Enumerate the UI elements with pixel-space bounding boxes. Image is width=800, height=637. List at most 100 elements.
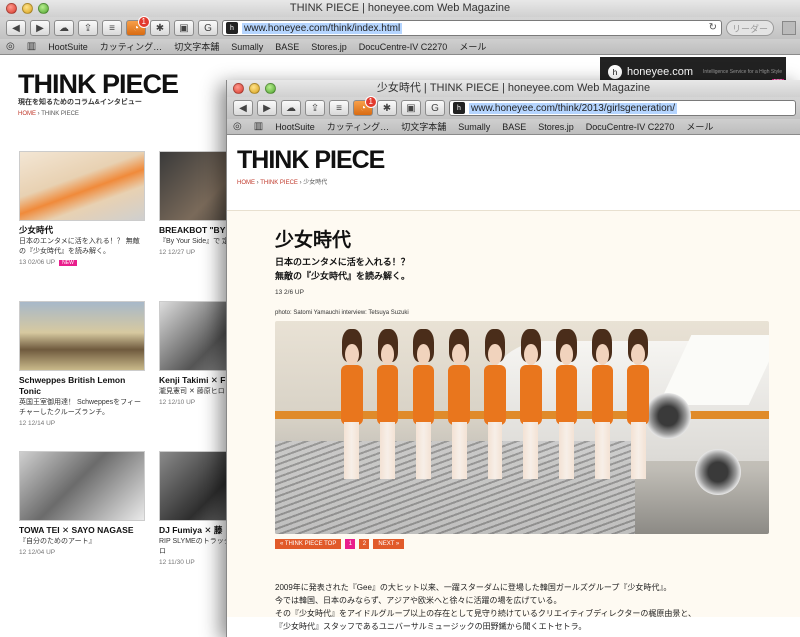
close-button[interactable] [6,3,17,14]
zoom-button[interactable] [265,83,276,94]
article-card[interactable]: 少女時代 日本のエンタメに活を入れる！？ 無敵の『少女時代』を読み解く。 13 … [19,151,145,266]
card-date: 12 12/04 UP [19,549,56,556]
hero-figure [335,329,369,479]
reload-icon[interactable]: ↻ [709,22,717,33]
zoom-button[interactable] [38,3,49,14]
clip-icon: ▣ [406,102,416,114]
hero-figure [585,329,619,479]
card-description: 『自分のためのアート』 [19,538,96,545]
bookmark-item[interactable]: Stores.jp [311,42,347,52]
front-titlebar: 少女時代 | THINK PIECE | honeyee.com Web Mag… [227,80,800,97]
share-button[interactable]: ⇪ [305,100,325,116]
downloads-icon[interactable] [782,21,796,35]
puzzle-icon: ✱ [382,102,392,114]
reading-list-icon[interactable]: ◎ [6,41,15,52]
article-paragraph-line: 2009年に発表された『Gee』の大ヒット以来、一躍スターダムに登場した韓国ガー… [275,583,672,592]
breadcrumb-section[interactable]: THINK PIECE [260,180,298,186]
card-description: 英国王室御用達！ Schweppesをフィーチャーしたクルーズランチ。 [19,399,141,416]
bookmarks-bar: ◎ ▥ HootSuite カッティング… 切文字本舗 Sumally BASE… [227,119,800,135]
extension-button[interactable]: ✱ [150,20,170,36]
bookmarks-icon[interactable]: ▥ [27,41,36,52]
hero-engine [695,449,741,495]
reader-button[interactable]: リーダー [726,20,774,36]
forward-button[interactable]: ▶ [30,20,50,36]
forward-button[interactable]: ▶ [257,100,277,116]
url-text: www.honeyee.com/think/2013/girlsgenerati… [469,102,678,114]
bookmark-item[interactable]: メール [459,40,486,53]
back-button[interactable]: ◀ [6,20,26,36]
share-button[interactable]: ⇪ [78,20,98,36]
window-controls [233,83,276,94]
article-subtitle-line: 日本のエンタメに活を入れる！？ [275,257,410,267]
card-thumbnail[interactable] [19,151,145,221]
bookmark-item[interactable]: 切文字本舗 [401,120,446,133]
breadcrumb-home[interactable]: HOME [18,111,36,117]
honeyee-name: honeyee.com [627,66,694,78]
share-icon: ⇪ [310,102,320,114]
card-thumbnail[interactable] [19,301,145,371]
reading-list-icon[interactable]: ◎ [233,121,242,132]
bookmark-item[interactable]: Sumally [231,42,263,52]
bookmark-item[interactable]: メール [686,120,713,133]
breadcrumb-separator: › [37,111,40,117]
card-title[interactable]: Schweppes British Lemon Tonic [19,375,145,397]
cloud-button[interactable]: ☁ [54,20,74,36]
minimize-button[interactable] [249,83,260,94]
rss-button[interactable]: ◔ 1 [353,96,377,116]
pager: « THINK PIECE TOP 1 2 NEXT » [275,539,405,549]
bookmark-item[interactable]: BASE [502,122,526,132]
google-button[interactable]: G [425,100,445,116]
bookmark-item[interactable]: BASE [275,42,299,52]
breadcrumb: HOME › THINK PIECE › 少女時代 [237,177,327,186]
share-icon: ⇪ [83,22,93,34]
article-body: 2009年に発表された『Gee』の大ヒット以来、一躍スターダムに登場した韓国ガー… [275,581,775,633]
rss-button[interactable]: ◔ 1 [126,16,150,36]
google-icon: G [431,102,439,114]
bookmarks-icon[interactable]: ▥ [254,121,263,132]
stack-button[interactable]: ≡ [102,20,122,36]
hero-photo [275,321,769,534]
page-2-link[interactable]: 2 [359,539,370,549]
site-title[interactable]: THINK PIECE [18,69,179,100]
bookmark-item[interactable]: カッティング… [327,120,389,133]
puzzle-icon: ✱ [155,22,165,34]
article-card[interactable]: Schweppes British Lemon Tonic 英国王室御用達！ S… [19,301,145,427]
bookmark-item[interactable]: カッティング… [100,40,162,53]
clip-icon: ▣ [179,22,189,34]
card-title[interactable]: TOWA TEI ✕ SAYO NAGASE [19,525,145,536]
card-title[interactable]: 少女時代 [19,225,145,236]
bookmark-item[interactable]: Sumally [458,122,490,132]
clip-button[interactable]: ▣ [174,20,194,36]
clip-button[interactable]: ▣ [401,100,421,116]
stack-button[interactable]: ≡ [329,100,349,116]
card-thumbnail[interactable] [19,451,145,521]
page-1-link[interactable]: 1 [345,539,356,549]
new-badge: NEW [59,260,77,266]
stack-icon: ≡ [109,22,115,34]
cloud-button[interactable]: ☁ [281,100,301,116]
article-card[interactable]: TOWA TEI ✕ SAYO NAGASE 『自分のためのアート』 12 12… [19,451,145,556]
extension-button[interactable]: ✱ [377,100,397,116]
google-button[interactable]: G [198,20,218,36]
bookmark-item[interactable]: DocuCentre-IV C2270 [586,122,675,132]
breadcrumb: HOME › THINK PIECE [18,111,79,117]
article-paragraph-line: その『少女時代』をアイドルグループ以上の存在として見守り続けているクリエイティブ… [275,609,697,618]
bookmark-item[interactable]: HootSuite [48,42,88,52]
minimize-button[interactable] [22,3,33,14]
rss-badge: 1 [137,16,150,28]
bookmark-item[interactable]: 切文字本舗 [174,40,219,53]
back-button[interactable]: ◀ [233,100,253,116]
chevron-left-icon: ◀ [12,22,20,34]
site-title[interactable]: THINK PIECE [237,146,385,175]
bookmark-item[interactable]: DocuCentre-IV C2270 [359,42,448,52]
close-button[interactable] [233,83,244,94]
bookmark-item[interactable]: HootSuite [275,122,315,132]
address-bar[interactable]: h www.honeyee.com/think/2013/girlsgenera… [449,100,796,116]
bookmark-item[interactable]: Stores.jp [538,122,574,132]
think-piece-top-link[interactable]: « THINK PIECE TOP [275,539,342,549]
address-bar[interactable]: h www.honeyee.com/think/index.html ↻ [222,20,722,36]
breadcrumb-home[interactable]: HOME [237,180,255,186]
breadcrumb-separator: › [299,180,302,186]
next-page-link[interactable]: NEXT » [373,539,405,549]
front-toolbar: ◀ ▶ ☁ ⇪ ≡ ◔ 1 ✱ ▣ G h www.honeyee.com/thi… [227,96,800,119]
